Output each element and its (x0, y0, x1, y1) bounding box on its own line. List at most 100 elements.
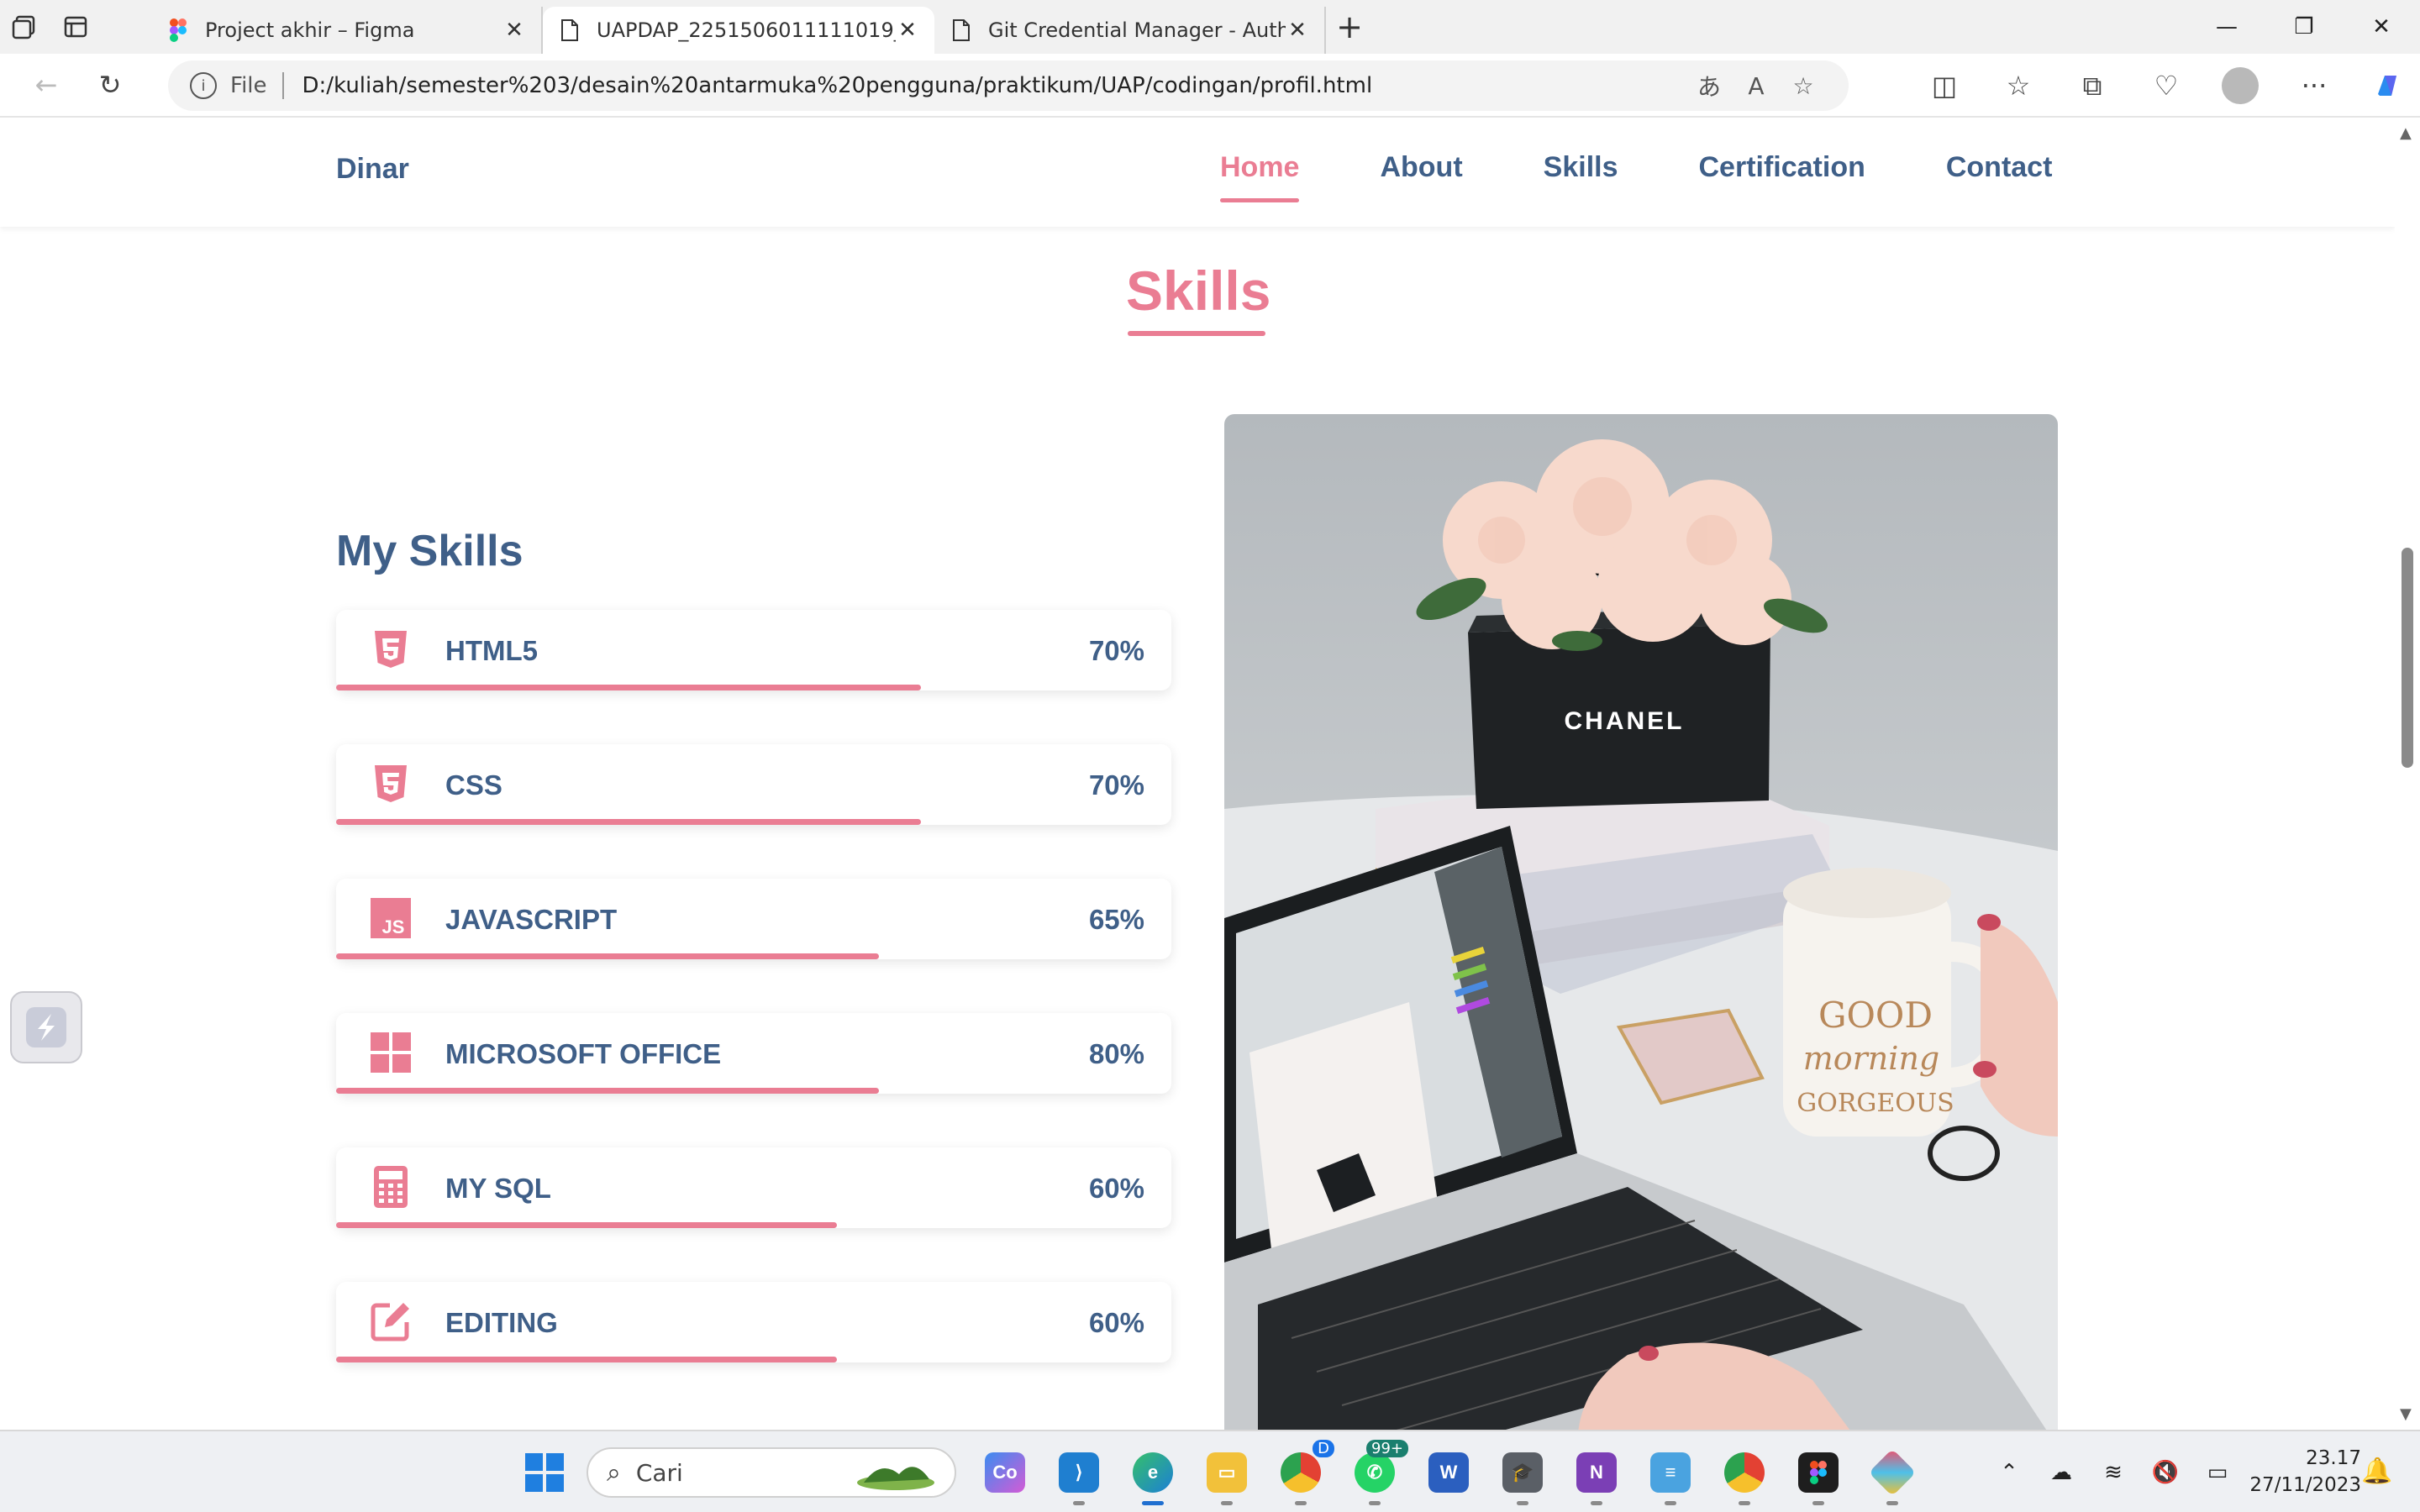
vscode-icon[interactable]: ⟩ (1042, 1438, 1116, 1507)
browser-tab-uapdap[interactable]: UAPDAP_2251506011111019_DI ✕ (543, 7, 934, 54)
onedrive-icon[interactable]: ☁ (2035, 1460, 2087, 1485)
word-icon[interactable]: W (1412, 1438, 1486, 1507)
volume-muted-icon[interactable]: 🔇 (2139, 1460, 2191, 1485)
skills-subheading: My Skills (336, 527, 523, 575)
figma-app-icon[interactable] (1781, 1438, 1855, 1507)
skill-name: CSS (445, 769, 502, 801)
favorites-icon[interactable]: ☆ (1981, 56, 2055, 115)
gitkraken-icon[interactable] (1855, 1438, 1929, 1507)
copilot-icon[interactable] (2351, 56, 2420, 115)
divider (281, 72, 284, 99)
nav-skills[interactable]: Skills (1544, 151, 1618, 202)
section-title: Skills (1126, 260, 1271, 322)
edge-icon[interactable]: e (1116, 1438, 1190, 1507)
site-brand[interactable]: Dinar (336, 153, 409, 186)
browser-toolbar: ← ↻ i File D:/kuliah/semester%203/desain… (0, 54, 2420, 118)
collections-icon[interactable]: ⧉ (2055, 56, 2129, 115)
info-icon[interactable]: i (190, 72, 217, 99)
page-scrollbar[interactable]: ▲ ▼ (2395, 118, 2420, 1430)
skill-card-css: CSS 70% (336, 744, 1171, 825)
skill-percent: 70% (1088, 769, 1144, 801)
skill-progress-bar (336, 1088, 880, 1094)
nav-home[interactable]: Home (1220, 151, 1300, 202)
graduation-app-icon[interactable]: 🎓 (1486, 1438, 1560, 1507)
taskbar-search[interactable]: ⌕ Cari (587, 1447, 956, 1498)
chrome-icon[interactable] (1707, 1438, 1781, 1507)
refresh-button[interactable]: ↻ (81, 55, 139, 114)
notification-bell-icon[interactable]: 🔔 (2361, 1457, 2392, 1486)
nav-contact[interactable]: Contact (1946, 151, 2053, 202)
workspaces-icon[interactable] (0, 0, 50, 54)
skills-list: HTML5 70% CSS 70% JS JAVASCRIPT 65% MICR… (336, 610, 1171, 1416)
whatsapp-icon[interactable]: ✆ 99+ (1338, 1438, 1412, 1507)
page-viewport: Dinar Home About Skills Certification Co… (0, 118, 2420, 1430)
windows-icon (370, 1032, 412, 1074)
restore-button[interactable]: ❐ (2265, 0, 2343, 54)
css3-icon (370, 763, 412, 805)
close-tab-icon[interactable]: ✕ (502, 18, 526, 43)
taskbar-apps: ⌕ Cari Co ⟩ e ▭ D ✆ 99+ W 🎓 N ≡ (514, 1438, 1929, 1507)
address-bar[interactable]: i File D:/kuliah/semester%203/desain%20a… (168, 60, 1849, 111)
read-aloud-icon[interactable]: A (1733, 72, 1780, 100)
close-tab-icon[interactable]: ✕ (1286, 18, 1309, 43)
window-controls: — ❐ ✕ (2188, 0, 2420, 54)
onenote-icon[interactable]: N (1560, 1438, 1634, 1507)
search-placeholder: Cari (635, 1458, 683, 1487)
skill-percent: 60% (1088, 1307, 1144, 1338)
close-tab-icon[interactable]: ✕ (896, 18, 919, 43)
nav-about[interactable]: About (1380, 151, 1462, 202)
html5-icon (370, 628, 412, 670)
split-screen-icon[interactable]: ◫ (1907, 56, 1981, 115)
back-button[interactable]: ← (17, 55, 76, 114)
file-icon (558, 18, 581, 42)
nav-certification[interactable]: Certification (1699, 151, 1865, 202)
profile-avatar[interactable] (2203, 56, 2277, 115)
skills-photo: CHANEL GOOD morning GORGEOUS (1224, 414, 2058, 1430)
url-text[interactable]: D:/kuliah/semester%203/desain%20antarmuk… (302, 73, 1686, 98)
search-highlight-icon (857, 1467, 934, 1490)
translate-icon[interactable]: あ (1686, 69, 1733, 102)
toolbar-actions: ◫ ☆ ⧉ ♡ ··· (1907, 54, 2420, 118)
browser-tab-git[interactable]: Git Credential Manager - Authen ✕ (934, 7, 1326, 54)
scroll-up-arrow[interactable]: ▲ (2400, 124, 2412, 142)
minimize-button[interactable]: — (2188, 0, 2265, 54)
taskbar-clock[interactable]: 23.17 27/11/2023 (2235, 1445, 2361, 1499)
calculator-icon (370, 1166, 412, 1208)
skill-card-microsoft-office: MICROSOFT OFFICE 80% (336, 1013, 1171, 1094)
skill-progress-bar (336, 685, 921, 690)
start-button[interactable] (514, 1442, 575, 1503)
show-hidden-icons[interactable]: ⌃ (1983, 1460, 2035, 1485)
file-explorer-icon[interactable]: ▭ (1190, 1438, 1264, 1507)
browser-tab-figma[interactable]: Project akhir – Figma ✕ (151, 7, 543, 54)
browser-essentials-icon[interactable]: ♡ (2129, 56, 2203, 115)
favorite-star-icon[interactable]: ☆ (1780, 72, 1827, 100)
skill-name: JAVASCRIPT (445, 904, 618, 935)
clock-time: 23.17 (2306, 1447, 2361, 1469)
chrome-icon[interactable]: D (1264, 1438, 1338, 1507)
scroll-thumb[interactable] (2402, 548, 2413, 768)
scroll-down-arrow[interactable]: ▼ (2400, 1405, 2412, 1423)
wifi-icon[interactable]: ≋ (2087, 1460, 2139, 1485)
skill-card-editing: EDITING 60% (336, 1282, 1171, 1362)
clock-date: 27/11/2023 (2249, 1474, 2361, 1496)
notepad-icon[interactable]: ≡ (1634, 1438, 1707, 1507)
copilot-app-icon[interactable]: Co (968, 1438, 1042, 1507)
svg-text:JS: JS (382, 916, 405, 937)
close-window-button[interactable]: ✕ (2343, 0, 2420, 54)
chrome-profile-badge: D (1313, 1440, 1334, 1457)
skill-name: MY SQL (445, 1173, 551, 1204)
section-title-underline (1128, 331, 1265, 336)
tab-title: UAPDAP_2251506011111019_DI (597, 18, 896, 42)
system-tray: ⌃ ☁ ≋ 🔇 ▭ (1983, 1431, 2244, 1512)
sidebar-widget-button[interactable] (10, 991, 82, 1063)
search-icon: ⌕ (607, 1457, 621, 1488)
skill-progress-bar (336, 1222, 838, 1228)
skill-percent: 60% (1088, 1173, 1144, 1204)
skill-card-javascript: JS JAVASCRIPT 65% (336, 879, 1171, 959)
tab-actions-icon[interactable] (50, 0, 101, 54)
url-scheme: File (230, 73, 267, 98)
javascript-icon: JS (370, 897, 412, 939)
skill-name: HTML5 (445, 635, 538, 666)
more-menu-icon[interactable]: ··· (2277, 56, 2351, 115)
new-tab-button[interactable]: + (1326, 3, 1373, 50)
